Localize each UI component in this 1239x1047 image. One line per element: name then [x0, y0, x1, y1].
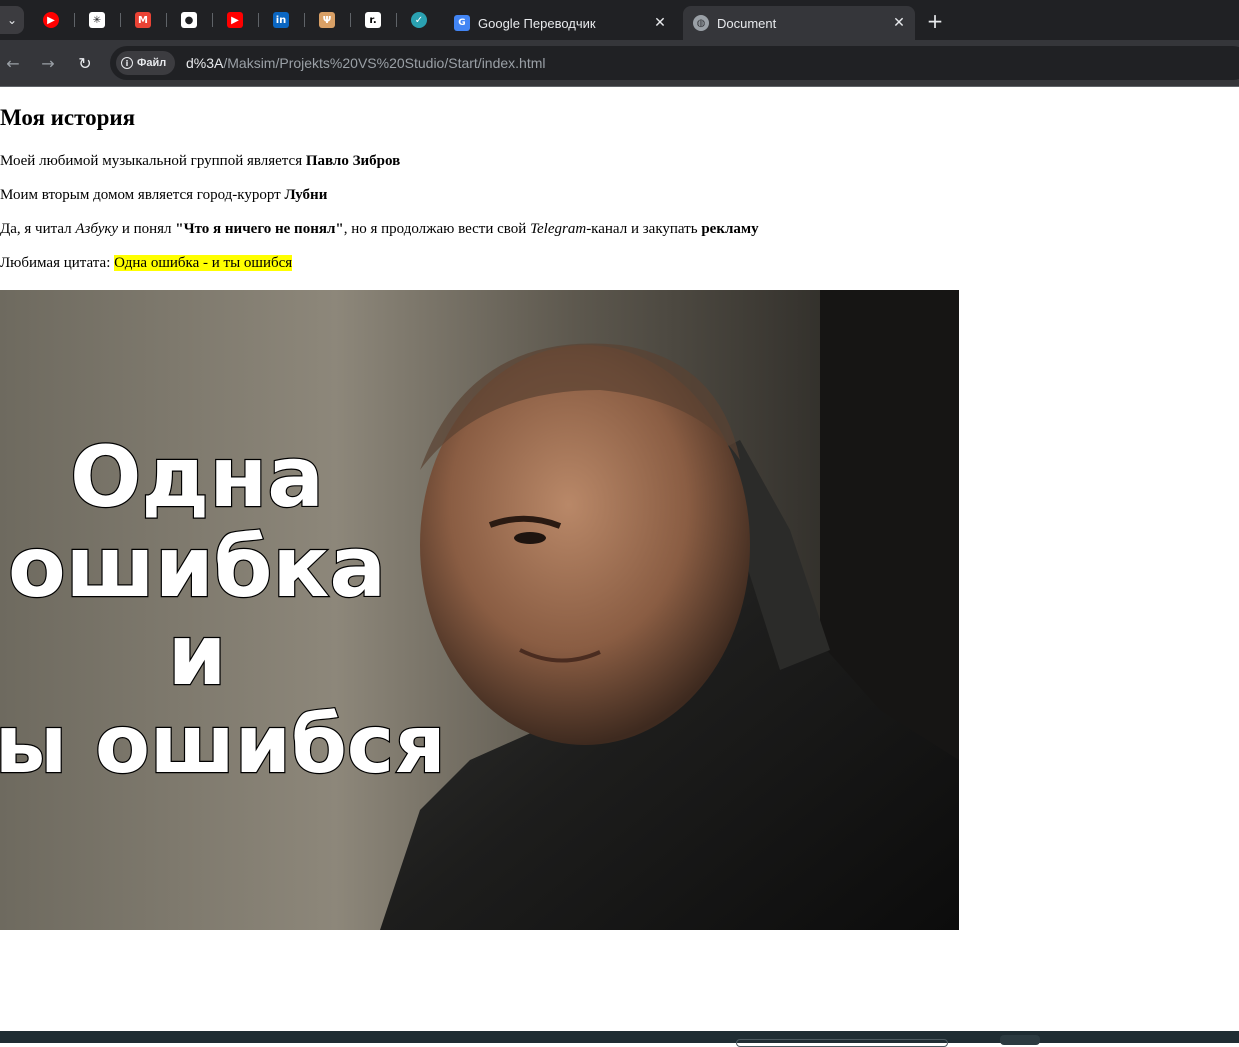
os-taskbar: [0, 1031, 1239, 1047]
story-text-4: -канал и закупать: [586, 221, 702, 237]
pinned-tab-checkmark-app[interactable]: ✓: [407, 8, 431, 32]
deer-icon: Ψ: [319, 12, 335, 28]
tab-search-button[interactable]: ⌄: [0, 6, 24, 34]
home-city: Лубни: [284, 187, 328, 203]
browser-toolbar: ← → ↻ i Файл d%3A/Maksim/Projekts%20VS%2…: [0, 40, 1239, 86]
tab-label: Document: [717, 15, 777, 31]
back-button[interactable]: ←: [0, 50, 26, 76]
caption-line-3: и: [168, 606, 227, 704]
tab-separator: [166, 13, 167, 27]
quote-label: Любимая цитата:: [0, 255, 115, 271]
checkmark-icon: ✓: [411, 12, 427, 28]
tab-google-translate[interactable]: G Google Переводчик ✕: [444, 6, 676, 40]
story-telegram: Telegram: [530, 221, 587, 237]
tab-label: Google Переводчик: [478, 15, 596, 31]
pinned-tab-deer-app[interactable]: Ψ: [315, 8, 339, 32]
tab-separator: [120, 13, 121, 27]
youtube-icon: ▶: [227, 12, 243, 28]
pinned-tab-youtube[interactable]: ▶: [223, 8, 247, 32]
site-info-chip[interactable]: i Файл: [116, 51, 176, 75]
home-text: Моим вторым домом является город-курорт: [0, 187, 285, 203]
favorite-quote: Одна ошибка - и ты ошибся: [114, 255, 293, 271]
tab-separator: [212, 13, 213, 27]
taskbar-search[interactable]: [736, 1039, 948, 1047]
new-tab-button[interactable]: +: [922, 8, 948, 34]
page-title: Моя история: [0, 105, 136, 130]
meme-image: Одна ошибка и ты ошибся: [0, 290, 959, 930]
band-name: Павло Зибров: [305, 153, 401, 169]
gmail-icon: M: [135, 12, 151, 28]
tab-strip: ⌄ ▶ ✳ M ● ▶ in Ψr. ✓ G Google Переводчик ✕ ◍ Do…: [0, 0, 1239, 40]
site-info-label: Файл: [137, 57, 167, 69]
caption-line-1: Одна: [70, 428, 324, 526]
story-quote: "Что я ничего не понял": [175, 221, 344, 237]
chevron-down-icon: ⌄: [6, 13, 18, 27]
tab-separator: [304, 13, 305, 27]
story-ads: рекламу: [701, 221, 759, 237]
plus-icon: +: [926, 9, 944, 33]
reload-button[interactable]: ↻: [72, 50, 98, 76]
arrow-right-icon: →: [41, 53, 55, 73]
pinned-tab-gmail[interactable]: M: [131, 8, 155, 32]
address-bar[interactable]: i Файл d%3A/Maksim/Projekts%20VS%20Studi…: [110, 46, 1239, 80]
url-text[interactable]: d%3A/Maksim/Projekts%20VS%20Studio/Start…: [186, 55, 546, 71]
tab-document[interactable]: ◍ Document ✕: [683, 6, 915, 40]
story-text-2: и понял: [118, 221, 176, 237]
play-circle-icon: ▶: [43, 12, 59, 28]
pinned-tab-r-app[interactable]: r.: [361, 8, 385, 32]
url-path: /Maksim/Projekts%20VS%20Studio/Start/ind…: [223, 55, 546, 71]
caption-line-2: ошибка: [8, 518, 386, 616]
forward-button[interactable]: →: [35, 50, 61, 76]
google-translate-icon: G: [454, 15, 470, 31]
pinned-tab-youtube-music[interactable]: ▶: [39, 8, 63, 32]
url-host: d%3A: [186, 55, 224, 71]
github-icon: ●: [181, 12, 197, 28]
band-text: Моей любимой музыкальной группой являетс…: [0, 153, 306, 169]
pinned-tab-chatgpt[interactable]: ✳: [85, 8, 109, 32]
globe-icon: ◍: [693, 15, 709, 31]
tab-separator: [350, 13, 351, 27]
page-content: Моя история Моей любимой музыкальной гру…: [0, 87, 1239, 1031]
story-text-3: , но я продолжаю вести свой: [343, 221, 531, 237]
taskbar-app[interactable]: [1000, 1035, 1040, 1045]
paragraph-home: Моим вторым домом является город-курорт …: [0, 187, 327, 204]
tab-separator: [258, 13, 259, 27]
paragraph-quote: Любимая цитата: Одна ошибка - и ты ошибс…: [0, 255, 293, 272]
info-icon: i: [121, 57, 133, 69]
openai-knot-icon: ✳: [89, 12, 105, 28]
linkedin-icon: in: [273, 12, 289, 28]
meme-photo: Одна ошибка и ты ошибся: [0, 290, 959, 930]
pinned-tab-linkedin[interactable]: in: [269, 8, 293, 32]
caption-line-4: ты ошибся: [0, 698, 446, 791]
story-book: Азбуку: [75, 221, 119, 237]
pinned-tab-github[interactable]: ●: [177, 8, 201, 32]
r-letter-icon: r.: [365, 12, 381, 28]
close-icon[interactable]: ✕: [889, 15, 909, 31]
tab-separator: [396, 13, 397, 27]
close-icon[interactable]: ✕: [650, 15, 670, 31]
eye: [514, 532, 546, 544]
story-text-1: Да, я читал: [0, 221, 76, 237]
paragraph-story: Да, я читал Азбуку и понял "Что я ничего…: [0, 221, 759, 238]
tab-separator: [74, 13, 75, 27]
reload-icon: ↻: [78, 53, 92, 73]
arrow-left-icon: ←: [6, 53, 20, 73]
paragraph-band: Моей любимой музыкальной группой являетс…: [0, 153, 400, 170]
